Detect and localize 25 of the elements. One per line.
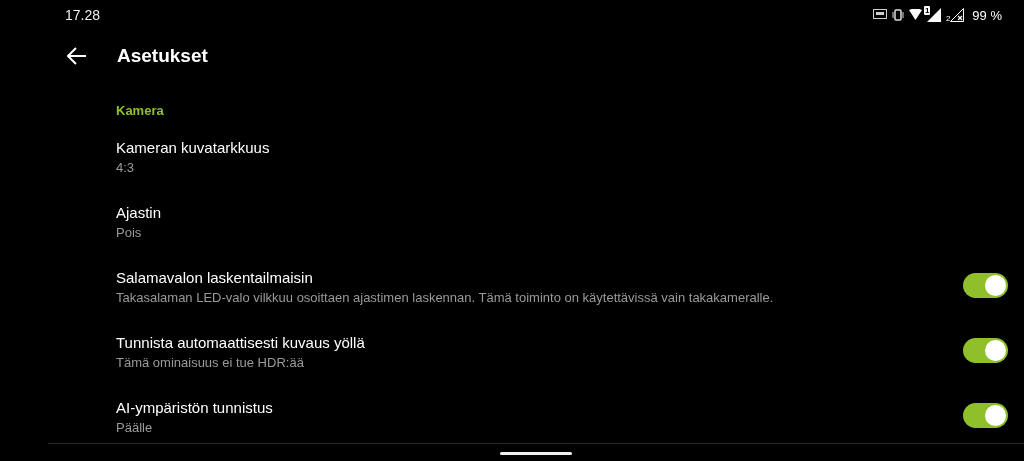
status-time: 17.28 xyxy=(65,7,101,23)
toggle-switch[interactable] xyxy=(963,403,1008,428)
vibrate-icon xyxy=(891,9,904,21)
setting-summary: Tämä ominaisuus ei tue HDR:ää xyxy=(116,354,305,370)
setting-title[interactable]: Ajastin xyxy=(116,203,1008,221)
back-icon[interactable] xyxy=(67,47,87,65)
setting-summary: Päälle xyxy=(116,419,154,435)
setting-summary: 4:3 xyxy=(116,159,136,175)
wifi-icon xyxy=(908,9,922,21)
setting-title[interactable]: Salamavalon laskentailmaisin xyxy=(116,268,963,286)
setting-summary: Takasalaman LED-valo vilkkuu osoittaen ajastimen laskennan. Tämä toiminto on käytettävissä vain takakameralle. xyxy=(116,289,775,305)
sim-badge: 1 xyxy=(923,6,931,15)
setting-title[interactable]: AI-ympäristön tunnistus xyxy=(116,398,963,416)
page-title: Asetukset xyxy=(117,45,208,67)
section-header: Kamera xyxy=(116,103,165,120)
screen-icon xyxy=(872,9,887,21)
setting-summary: Pois xyxy=(116,224,143,240)
toggle-switch[interactable] xyxy=(963,338,1008,363)
setting-title[interactable]: Tunnista automaattisesti kuvaus yöllä xyxy=(116,333,963,351)
setting-title[interactable]: Kameran kuvatarkkuus xyxy=(116,138,1008,156)
no-signal-icon xyxy=(950,8,965,22)
battery-percent: 99 % xyxy=(972,7,1002,23)
toggle-switch[interactable] xyxy=(963,273,1008,298)
sim-label: 2 xyxy=(945,13,951,23)
signal-icon xyxy=(926,8,941,22)
